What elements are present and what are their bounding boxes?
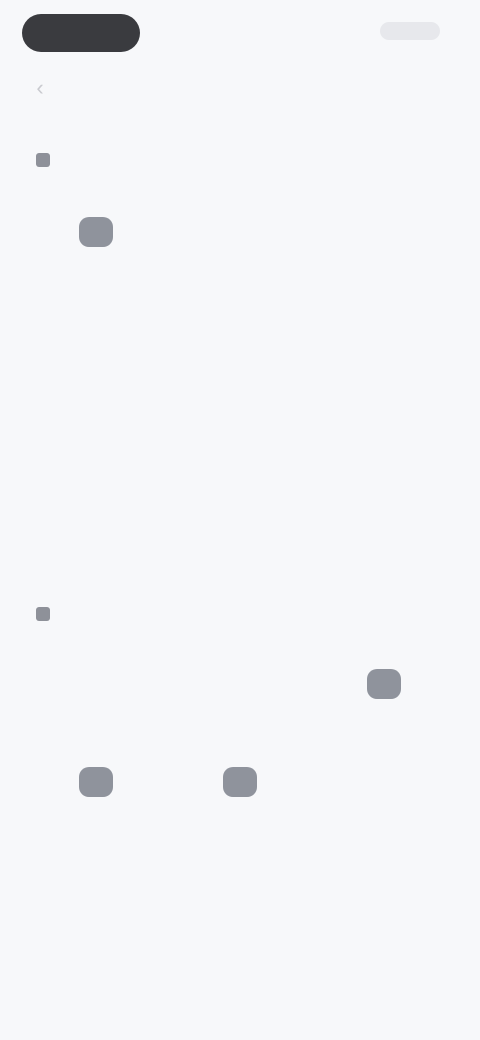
grid-item-content	[76, 767, 116, 803]
app-icon	[367, 217, 401, 247]
grid-item[interactable]	[168, 186, 312, 284]
grid-item[interactable]	[24, 382, 168, 480]
grid-item-content	[364, 315, 404, 351]
status-pill	[22, 14, 140, 52]
section-1-grid	[24, 186, 456, 578]
back-button[interactable]: ‹	[26, 74, 54, 102]
app-icon	[223, 767, 257, 797]
section-2-header	[36, 600, 58, 628]
grid-item-content	[76, 413, 116, 449]
app-icon	[79, 217, 113, 247]
grid-item[interactable]	[168, 382, 312, 480]
grid-item-content	[220, 669, 260, 705]
app-icon	[79, 511, 113, 541]
app-icon	[79, 865, 113, 895]
section-1-header	[36, 146, 58, 174]
app-icon	[79, 963, 113, 993]
grid-item[interactable]	[312, 638, 456, 736]
grid-item-content	[364, 669, 404, 705]
app-icon	[223, 963, 257, 993]
grid-item[interactable]	[168, 736, 312, 834]
grid-item-content	[76, 963, 116, 999]
grid-item[interactable]	[312, 284, 456, 382]
grid-item[interactable]	[24, 480, 168, 578]
app-screen: ‹	[0, 0, 480, 1040]
app-icon	[79, 669, 113, 699]
app-icon	[223, 669, 257, 699]
grid-item-content	[220, 413, 260, 449]
app-icon	[223, 413, 257, 443]
grid-item[interactable]	[168, 834, 312, 932]
app-icon	[223, 865, 257, 895]
grid-item-content	[76, 865, 116, 901]
grid-item[interactable]	[24, 186, 168, 284]
grid-item-content	[364, 217, 404, 253]
app-icon	[367, 315, 401, 345]
grid-item[interactable]	[312, 186, 456, 284]
grid-item[interactable]	[24, 284, 168, 382]
app-icon	[79, 767, 113, 797]
app-icon	[367, 413, 401, 443]
page-title	[160, 76, 320, 102]
app-icon	[367, 767, 401, 797]
grid-item[interactable]	[312, 382, 456, 480]
grid-item-content	[220, 315, 260, 351]
grid-item[interactable]	[168, 638, 312, 736]
grid-item-content	[76, 669, 116, 705]
grid-item[interactable]	[312, 834, 456, 932]
grid-item-content	[220, 865, 260, 901]
grid-item[interactable]	[168, 284, 312, 382]
grid-item-content	[76, 315, 116, 351]
section-2-icon	[36, 607, 50, 621]
grid-item[interactable]	[24, 638, 168, 736]
chevron-left-icon: ‹	[36, 75, 44, 100]
grid-item-content	[364, 413, 404, 449]
app-icon	[223, 217, 257, 247]
app-icon	[367, 669, 401, 699]
grid-item-content	[220, 963, 260, 999]
grid-item-content	[220, 767, 260, 803]
grid-item-content	[76, 511, 116, 547]
grid-item-content	[364, 767, 404, 803]
nav-bar: ‹	[0, 66, 480, 112]
status-indicators	[380, 22, 440, 40]
grid-item[interactable]	[312, 736, 456, 834]
grid-item[interactable]	[24, 932, 168, 1030]
grid-item[interactable]	[168, 932, 312, 1030]
app-icon	[79, 315, 113, 345]
section-1-icon	[36, 153, 50, 167]
section-2-grid	[24, 638, 456, 1030]
grid-item-content	[220, 217, 260, 253]
grid-item[interactable]	[24, 834, 168, 932]
app-icon	[223, 315, 257, 345]
grid-item-content	[76, 217, 116, 253]
app-icon	[367, 865, 401, 895]
status-bar	[0, 8, 480, 56]
grid-item[interactable]	[24, 736, 168, 834]
app-icon	[79, 413, 113, 443]
grid-item-content	[364, 865, 404, 901]
